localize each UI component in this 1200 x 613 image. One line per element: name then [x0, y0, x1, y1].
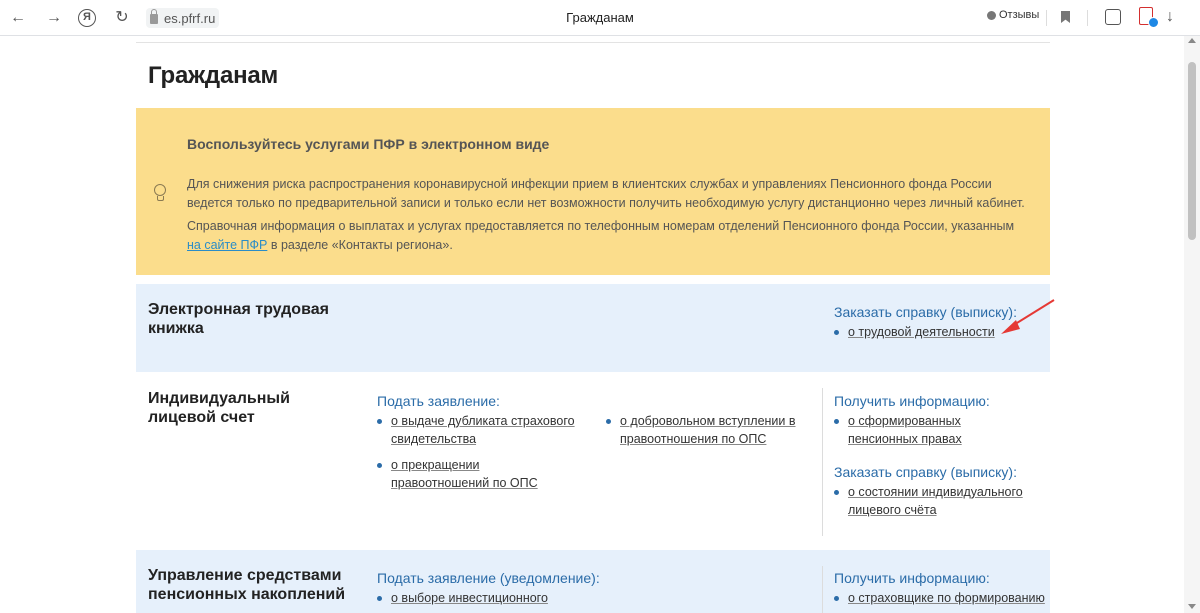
notice-banner: Воспользуйтесь услугами ПФР в электронно…	[136, 108, 1050, 275]
list-item[interactable]: о добровольном вступлении в правоотношен…	[606, 413, 806, 453]
notice-text-part: в разделе «Контакты региона».	[267, 238, 453, 252]
terminate-relations-link[interactable]: о прекращении правоотношений по ОПС	[391, 457, 576, 492]
insurer-link[interactable]: о страховщике по формированию	[848, 590, 1045, 608]
list-item[interactable]: о сформированных пенсионных правах	[834, 413, 1044, 453]
section-title: Управление средствами пенсионных накопле…	[148, 567, 346, 603]
bullet	[377, 419, 382, 424]
bullet	[377, 463, 382, 468]
get-info-heading: Получить информацию:	[834, 570, 990, 586]
duplicate-certificate-link[interactable]: о выдаче дубликата страхового свидетельс…	[391, 413, 576, 448]
list-item[interactable]: о состоянии индивидуального лицевого счё…	[834, 484, 1044, 524]
scroll-down-arrow-icon[interactable]	[1188, 604, 1196, 609]
bullet	[377, 596, 382, 601]
work-activity-link[interactable]: о трудовой деятельности	[848, 324, 995, 342]
pension-rights-link[interactable]: о сформированных пенсионных правах	[848, 413, 1033, 448]
section-electronic-workbook: Электронная трудовая книжка Заказать спр…	[136, 284, 1050, 372]
voluntary-entry-link[interactable]: о добровольном вступлении в правоотношен…	[620, 413, 800, 448]
list-item[interactable]: о выдаче дубликата страхового свидетельс…	[377, 413, 582, 453]
toolbar-divider	[1087, 10, 1088, 26]
submit-application-heading: Подать заявление:	[377, 393, 500, 409]
page-title: Гражданам	[148, 62, 279, 89]
section-pension-savings: Управление средствами пенсионных накопле…	[136, 550, 1050, 613]
submit-notice-heading: Подать заявление (уведомление):	[377, 570, 600, 586]
bullet	[834, 596, 839, 601]
scroll-up-arrow-icon[interactable]	[1188, 38, 1196, 43]
lock-icon	[150, 9, 158, 24]
notice-title: Воспользуйтесь услугами ПФР в электронно…	[187, 136, 550, 152]
reviews-icon	[987, 10, 996, 20]
header-divider	[136, 42, 1050, 43]
section-personal-account: Индивидуальный лицевой счет Подать заявл…	[136, 372, 1050, 550]
browser-toolbar: ← → Я ↻ es.pfrf.ru Гражданам Отзывы ↓	[0, 0, 1200, 36]
address-url: es.pfrf.ru	[164, 10, 216, 26]
notice-text-part: Справочная информация о выплатах и услуг…	[187, 219, 1015, 233]
column-divider	[822, 566, 823, 613]
investment-choice-link[interactable]: о выборе инвестиционного	[391, 590, 548, 608]
order-certificate-heading: Заказать справку (выписку):	[834, 464, 1017, 480]
bullet	[834, 419, 839, 424]
lightbulb-icon	[154, 184, 166, 201]
toolbar-divider	[1046, 10, 1047, 26]
reviews-button[interactable]: Отзывы	[987, 9, 1039, 21]
list-item[interactable]: о прекращении правоотношений по ОПС	[377, 457, 582, 497]
bullet	[834, 490, 839, 495]
reload-icon[interactable]: ↻	[112, 8, 132, 28]
get-info-heading: Получить информацию:	[834, 393, 990, 409]
back-arrow-icon[interactable]: ←	[8, 8, 28, 28]
account-status-link[interactable]: о состоянии индивидуального лицевого счё…	[848, 484, 1033, 519]
page-scrollbar[interactable]	[1184, 36, 1200, 613]
pfr-site-link[interactable]: на сайте ПФР	[187, 238, 267, 252]
forward-arrow-icon[interactable]: →	[44, 8, 64, 28]
reviews-label: Отзывы	[999, 9, 1040, 21]
bookmark-icon[interactable]	[1061, 11, 1070, 23]
bullet	[606, 419, 611, 424]
extensions-icon[interactable]	[1105, 9, 1121, 25]
order-certificate-heading: Заказать справку (выписку):	[834, 304, 1017, 320]
pdf-badge-icon	[1148, 17, 1159, 28]
notice-paragraph: Для снижения риска распространения корон…	[187, 177, 1025, 210]
address-bar[interactable]: es.pfrf.ru	[146, 8, 220, 28]
notice-paragraph: Справочная информация о выплатах и услуг…	[187, 217, 1027, 255]
yandex-logo-icon[interactable]: Я	[78, 9, 96, 27]
download-icon[interactable]: ↓	[1162, 8, 1178, 28]
column-divider	[822, 388, 823, 536]
section-title: Индивидуальный лицевой счет	[148, 390, 290, 426]
scroll-thumb[interactable]	[1188, 62, 1196, 240]
bullet	[834, 330, 839, 335]
section-title: Электронная трудовая книжка	[148, 301, 329, 337]
